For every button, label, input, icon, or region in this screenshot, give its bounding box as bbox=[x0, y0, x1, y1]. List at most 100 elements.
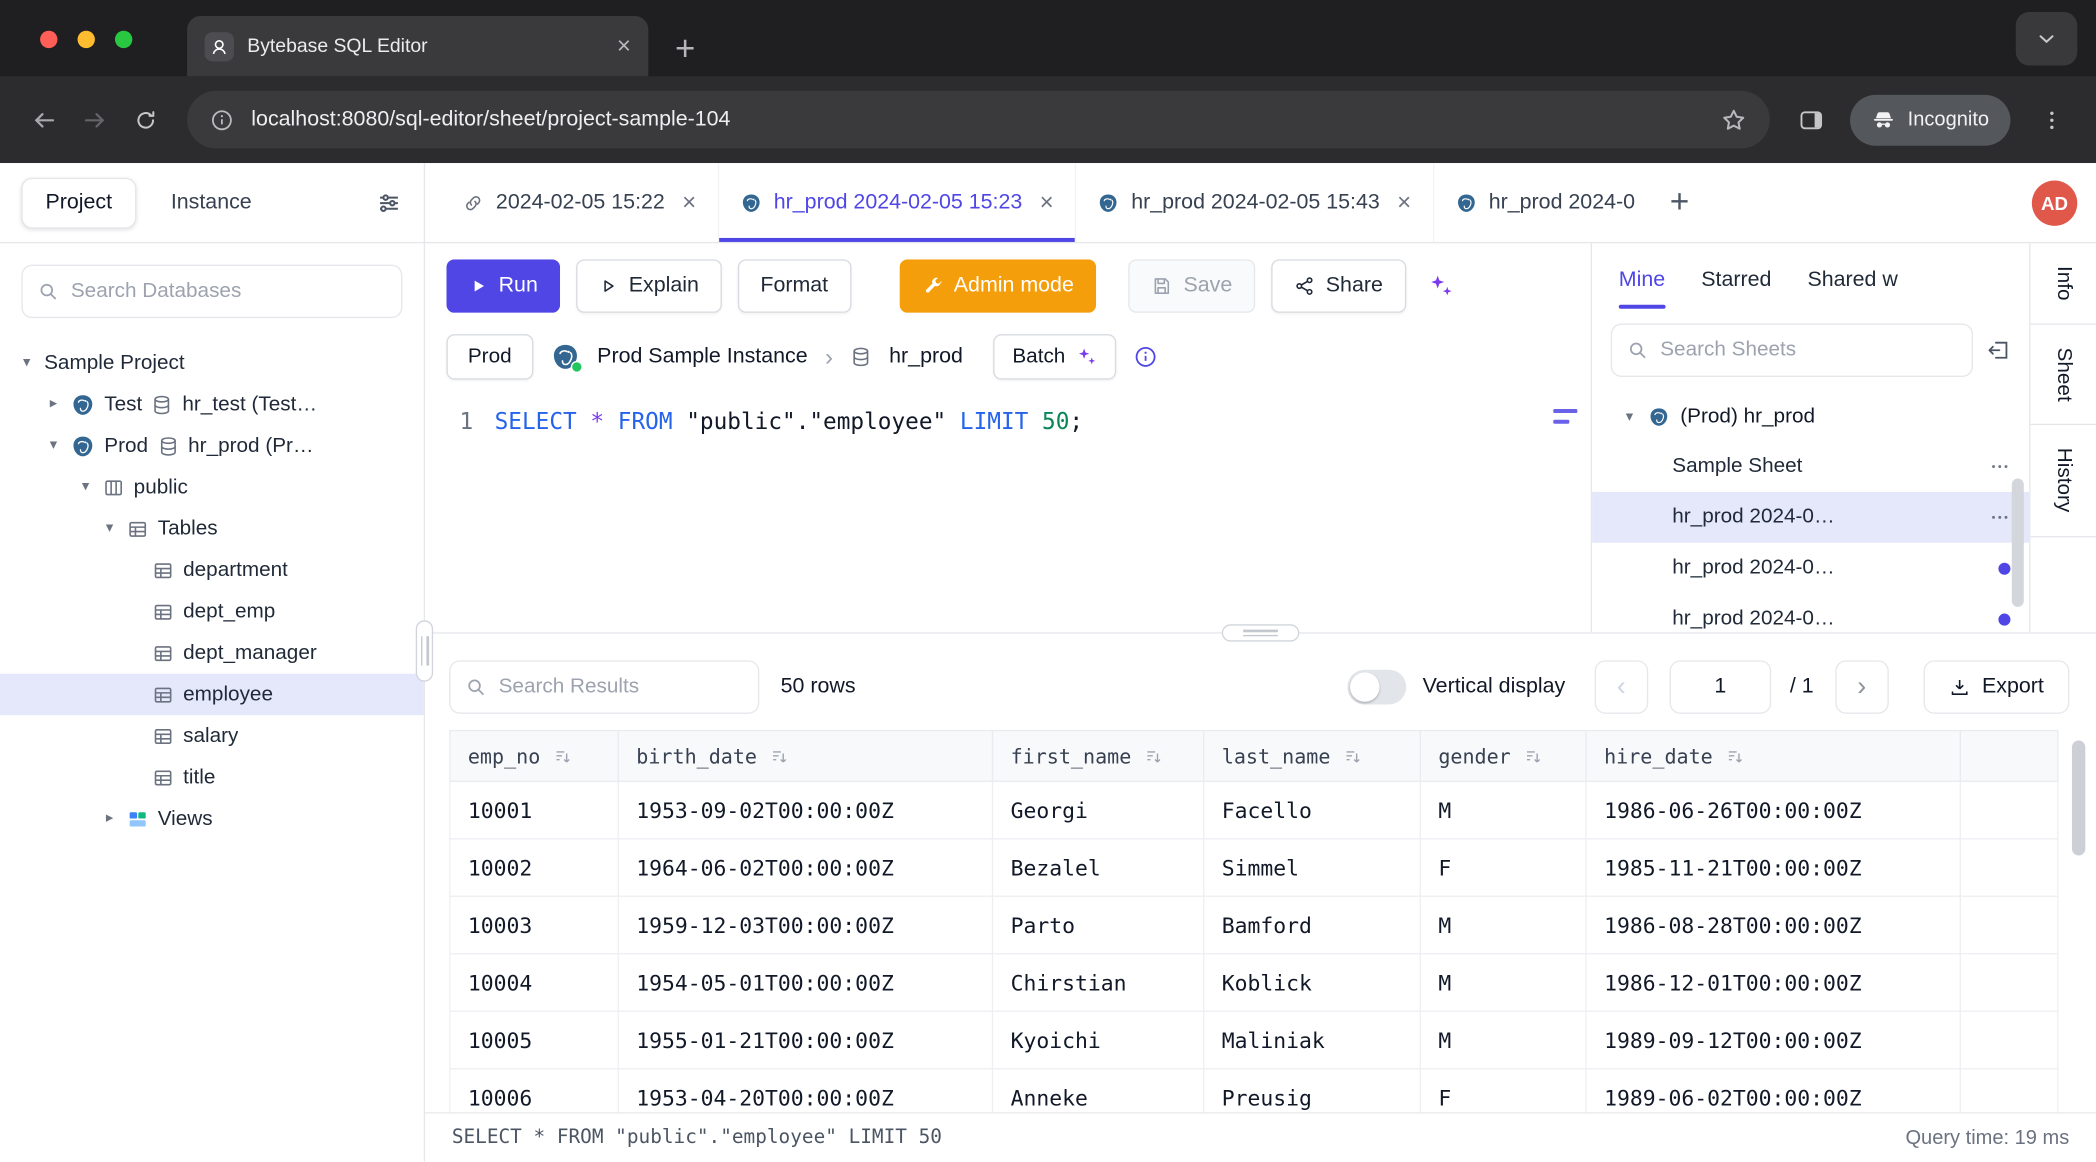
collapse-panel-icon[interactable] bbox=[1986, 338, 2010, 362]
caret-down-icon[interactable]: ▾ bbox=[45, 438, 61, 453]
tree-item-schema-public[interactable]: ▾ public bbox=[0, 467, 424, 508]
caret-down-icon[interactable]: ▾ bbox=[78, 480, 94, 495]
tree-item-table-salary[interactable]: salary bbox=[0, 715, 424, 756]
tree-item-table-dept-emp[interactable]: dept_emp bbox=[0, 591, 424, 632]
sort-icon[interactable] bbox=[1344, 747, 1363, 766]
tree-item-table-employee-selected[interactable]: employee bbox=[0, 674, 424, 715]
url-text[interactable]: localhost:8080/sql-editor/sheet/project-… bbox=[251, 108, 1703, 132]
column-header-gender[interactable]: gender bbox=[1420, 731, 1586, 782]
export-button[interactable]: Export bbox=[1923, 660, 2069, 713]
browser-menu-button[interactable] bbox=[2026, 94, 2077, 145]
results-scrollbar[interactable] bbox=[2072, 741, 2085, 856]
save-button[interactable]: Save bbox=[1129, 259, 1255, 312]
browser-tab[interactable]: Bytebase SQL Editor × bbox=[187, 16, 648, 76]
admin-mode-button[interactable]: Admin mode bbox=[899, 259, 1097, 312]
column-header-emp-no[interactable]: emp_no bbox=[450, 731, 618, 782]
sheet-tab-4[interactable]: hr_prod 2024-0 bbox=[1434, 163, 1656, 242]
database-search-input[interactable] bbox=[71, 279, 386, 303]
sql-editor[interactable]: 1 SELECT * FROM "public"."employee" LIMI… bbox=[425, 396, 1591, 633]
horizontal-splitter[interactable] bbox=[425, 632, 2096, 644]
sort-icon[interactable] bbox=[1145, 747, 1164, 766]
sheet-tab-2-active[interactable]: hr_prod 2024-02-05 15:23 × bbox=[719, 163, 1076, 242]
new-sheet-button[interactable]: + bbox=[1656, 163, 1702, 242]
tab-close-icon[interactable]: × bbox=[617, 32, 631, 60]
reload-button[interactable] bbox=[120, 94, 171, 145]
more-menu-icon[interactable] bbox=[1989, 456, 2010, 477]
tree-settings-button[interactable] bbox=[376, 189, 403, 216]
tab-history[interactable]: History bbox=[2030, 426, 2096, 537]
tree-item-table-title[interactable]: title bbox=[0, 757, 424, 798]
forward-button[interactable] bbox=[70, 94, 121, 145]
sheet-tab-3[interactable]: hr_prod 2024-02-05 15:43 × bbox=[1076, 163, 1433, 242]
sheet-item-unsaved[interactable]: hr_prod 2024-0… bbox=[1592, 594, 2029, 633]
caret-right-icon[interactable]: ▸ bbox=[45, 397, 61, 412]
sort-icon[interactable] bbox=[1726, 747, 1745, 766]
sql-code[interactable]: SELECT * FROM "public"."employee" LIMIT … bbox=[495, 404, 1084, 633]
page-number-input[interactable] bbox=[1670, 660, 1772, 713]
user-avatar[interactable]: AD bbox=[2032, 180, 2077, 225]
back-button[interactable] bbox=[19, 94, 70, 145]
tab-shared[interactable]: Shared w bbox=[1807, 243, 1897, 318]
window-minimize-button[interactable] bbox=[78, 31, 95, 48]
sidebar-resize-handle[interactable] bbox=[416, 620, 433, 681]
next-page-button[interactable]: › bbox=[1835, 660, 1888, 713]
database-name[interactable]: hr_prod bbox=[889, 345, 963, 369]
tree-item-project[interactable]: ▾ Sample Project bbox=[0, 342, 424, 383]
tree-item-table-department[interactable]: department bbox=[0, 549, 424, 590]
window-close-button[interactable] bbox=[40, 31, 57, 48]
sheet-item-current[interactable]: hr_prod 2024-0… bbox=[1592, 492, 2029, 543]
explain-button[interactable]: Explain bbox=[577, 259, 722, 312]
tab-sheet[interactable]: Sheet bbox=[2030, 325, 2096, 426]
tree-item-table-dept-manager[interactable]: dept_manager bbox=[0, 632, 424, 673]
close-icon[interactable]: × bbox=[682, 188, 696, 216]
info-icon[interactable] bbox=[1134, 345, 1158, 369]
sheet-group[interactable]: ▾ (Prod) hr_prod bbox=[1592, 393, 2029, 441]
run-button[interactable]: Run bbox=[446, 259, 560, 312]
caret-down-icon[interactable]: ▾ bbox=[1621, 410, 1637, 425]
caret-down-icon[interactable]: ▾ bbox=[102, 521, 118, 536]
sheet-search-input[interactable] bbox=[1660, 338, 1957, 362]
sort-icon[interactable] bbox=[1524, 747, 1543, 766]
window-zoom-button[interactable] bbox=[115, 31, 132, 48]
close-icon[interactable]: × bbox=[1040, 188, 1054, 216]
caret-right-icon[interactable]: ▸ bbox=[102, 811, 118, 826]
results-search-input[interactable] bbox=[499, 675, 744, 699]
tab-instance[interactable]: Instance bbox=[171, 190, 252, 214]
sheet-tab-1[interactable]: 2024-02-05 15:22 × bbox=[441, 163, 719, 242]
sheet-item-unsaved[interactable]: hr_prod 2024-0… bbox=[1592, 543, 2029, 594]
ai-assistant-icon[interactable] bbox=[1422, 273, 1459, 300]
sort-icon[interactable] bbox=[770, 747, 789, 766]
tree-item-prod-database[interactable]: ▾ Prod hr_prod (Pr… bbox=[0, 425, 424, 466]
caret-down-icon[interactable]: ▾ bbox=[19, 356, 35, 371]
column-header-hire-date[interactable]: hire_date bbox=[1586, 731, 1960, 782]
tab-mine[interactable]: Mine bbox=[1619, 243, 1665, 318]
instance-name[interactable]: Prod Sample Instance bbox=[597, 345, 807, 369]
prev-page-button[interactable]: ‹ bbox=[1595, 660, 1648, 713]
tree-item-test-database[interactable]: ▸ Test hr_test (Test… bbox=[0, 384, 424, 425]
splitter-handle[interactable] bbox=[1222, 624, 1300, 641]
share-button[interactable]: Share bbox=[1271, 259, 1406, 312]
tree-item-tables-group[interactable]: ▾ Tables bbox=[0, 508, 424, 549]
tab-project[interactable]: Project bbox=[21, 177, 136, 228]
close-icon[interactable]: × bbox=[1397, 188, 1411, 216]
sort-icon[interactable] bbox=[554, 747, 573, 766]
tree-item-views-group[interactable]: ▸ Views bbox=[0, 798, 424, 839]
sheet-item-sample[interactable]: Sample Sheet bbox=[1592, 441, 2029, 492]
column-header-birth-date[interactable]: birth_date bbox=[618, 731, 992, 782]
address-bar[interactable]: localhost:8080/sql-editor/sheet/project-… bbox=[187, 91, 1770, 148]
format-button[interactable]: Format bbox=[738, 259, 851, 312]
tab-list-button[interactable] bbox=[2016, 12, 2077, 65]
environment-badge[interactable]: Prod bbox=[446, 334, 533, 379]
column-header-last-name[interactable]: last_name bbox=[1204, 731, 1421, 782]
batch-button[interactable]: Batch bbox=[994, 334, 1116, 379]
sheet-scrollbar[interactable] bbox=[2012, 479, 2024, 607]
bookmark-star-icon[interactable] bbox=[1721, 106, 1748, 133]
tab-starred[interactable]: Starred bbox=[1701, 243, 1771, 318]
tab-info[interactable]: Info bbox=[2030, 243, 2096, 324]
new-tab-button[interactable]: + bbox=[675, 31, 695, 66]
site-info-icon[interactable] bbox=[210, 108, 234, 132]
column-header-first-name[interactable]: first_name bbox=[993, 731, 1204, 782]
vertical-display-toggle[interactable] bbox=[1348, 670, 1407, 705]
side-panel-button[interactable] bbox=[1786, 94, 1837, 145]
more-menu-icon[interactable] bbox=[1989, 507, 2010, 528]
